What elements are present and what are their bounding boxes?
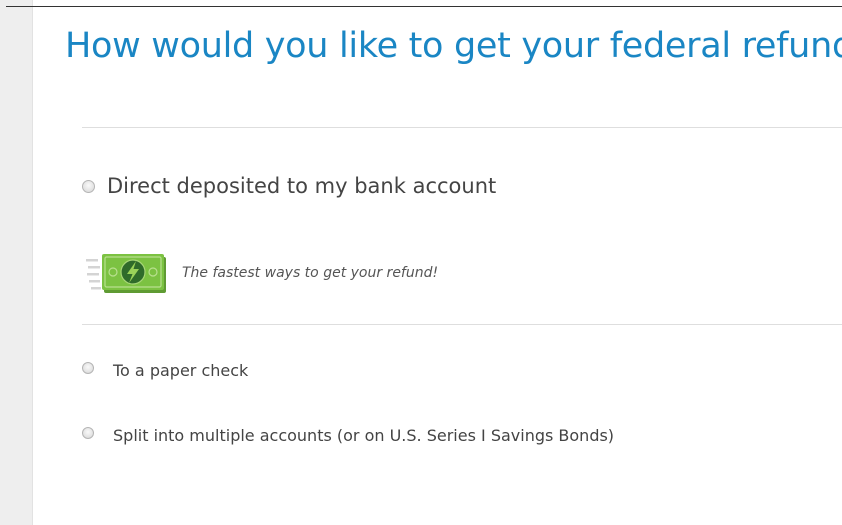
divider-top [82,127,842,128]
fastest-refund-promo: The fastest ways to get your refund! [86,250,438,296]
divider-middle [82,324,842,325]
direct-deposit-label[interactable]: Direct deposited to my bank account [107,174,496,198]
paper-check-radio[interactable] [82,361,94,374]
paper-check-label[interactable]: To a paper check [113,361,248,380]
fastest-refund-text: The fastest ways to get your refund! [182,265,439,281]
direct-deposit-radio[interactable] [82,179,95,193]
paper-check-option[interactable]: To a paper check [82,361,248,380]
page-title: How would you like to get your federal r… [65,26,842,66]
split-accounts-option[interactable]: Split into multiple accounts (or on U.S.… [82,426,614,445]
top-rule [6,6,842,7]
split-accounts-label[interactable]: Split into multiple accounts (or on U.S.… [113,426,614,445]
left-rail [0,0,33,525]
direct-deposit-option[interactable]: Direct deposited to my bank account [82,174,496,198]
fast-money-icon [86,254,166,293]
split-accounts-radio[interactable] [82,426,94,439]
